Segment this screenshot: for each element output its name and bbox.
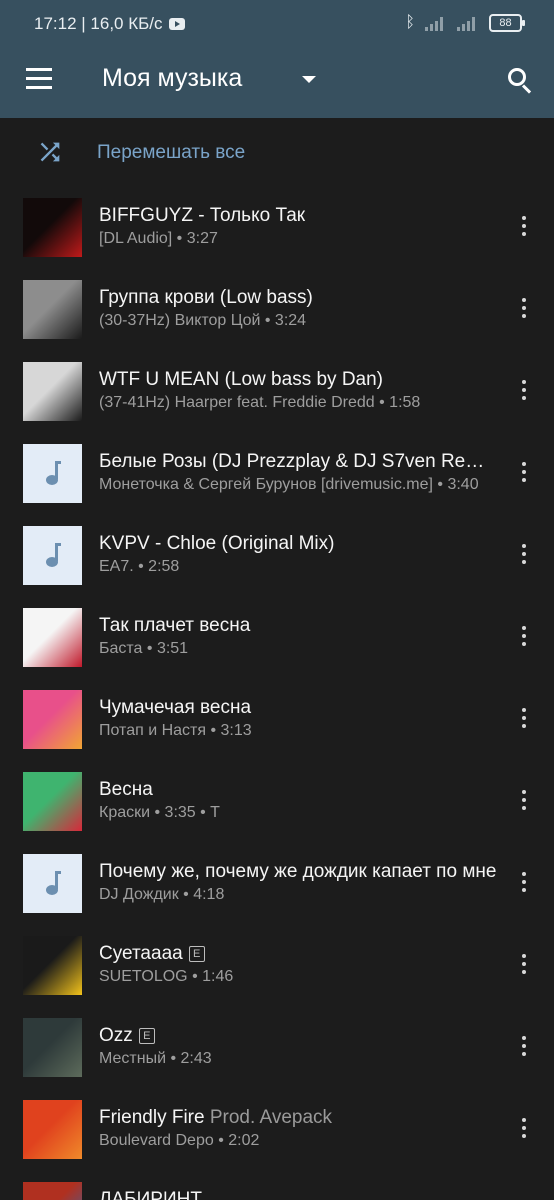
track-subtitle: DJ Дождик • 4:18 <box>99 886 225 903</box>
track-title: BIFFGUYZ - Только Так <box>99 205 499 227</box>
track-title: ЛАБИРИНТ <box>99 1189 499 1200</box>
explicit-badge: E <box>138 1028 155 1044</box>
track-title: Ozz E <box>99 1025 499 1047</box>
track-title: Так плачет весна <box>99 615 499 637</box>
track-title: Чумачечая весна <box>99 697 499 719</box>
track-title: KVPV - Chloe (Original Mix) <box>99 533 499 555</box>
track-title-text: ЛАБИРИНТ <box>99 1189 202 1200</box>
album-art <box>23 280 82 339</box>
track-row[interactable]: Ozz E Местный • 2:43 <box>0 1008 554 1090</box>
more-options-icon[interactable] <box>514 298 534 322</box>
track-title-text: BIFFGUYZ - Только Так <box>99 205 306 226</box>
track-title: Суетаааа E <box>99 943 499 965</box>
track-subtitle: Краски • 3:35 • Т <box>99 804 220 821</box>
track-subtitle: SUETOLOG • 1:46 <box>99 968 234 985</box>
track-subtitle: Boulevard Depo • 2:02 <box>99 1132 260 1149</box>
album-art <box>23 936 82 995</box>
track-row[interactable]: Чумачечая весна Потап и Настя • 3:13 <box>0 680 554 762</box>
track-title-text: Так плачет весна <box>99 615 251 636</box>
album-art <box>23 362 82 421</box>
track-row[interactable]: ЛАБИРИНТ <box>0 1172 554 1200</box>
track-title-text: Группа крови (Low bass) <box>99 287 313 308</box>
track-row[interactable]: KVPV - Chloe (Original Mix) EA7. • 2:58 <box>0 516 554 598</box>
music-note-icon <box>23 526 82 585</box>
battery-icon: 88 <box>489 14 525 32</box>
music-note-icon <box>23 854 82 913</box>
status-bar: 17:12 | 16,0 КБ/с ᛒ 88 <box>0 0 554 48</box>
more-options-icon[interactable] <box>514 544 534 568</box>
track-title-text: Ozz <box>99 1025 133 1046</box>
youtube-notification-icon <box>169 18 186 30</box>
track-title: Группа крови (Low bass) <box>99 287 499 309</box>
track-title: Friendly Fire Prod. Avepack <box>99 1107 499 1129</box>
more-options-icon[interactable] <box>514 626 534 650</box>
track-subtitle: (37-41Hz) Haarper feat. Freddie Dredd • … <box>99 394 421 411</box>
track-title-text: Суетаааа <box>99 943 183 964</box>
track-row[interactable]: Суетаааа E SUETOLOG • 1:46 <box>0 926 554 1008</box>
track-title-extra: Prod. Avepack <box>209 1107 333 1128</box>
album-art <box>23 1100 82 1159</box>
track-title-text: Весна <box>99 779 153 800</box>
more-options-icon[interactable] <box>514 380 534 404</box>
track-subtitle: [DL Audio] • 3:27 <box>99 230 218 247</box>
track-subtitle: Потап и Настя • 3:13 <box>99 722 252 739</box>
track-row[interactable]: Весна Краски • 3:35 • Т <box>0 762 554 844</box>
track-row[interactable]: Почему же, почему же дождик капает по мн… <box>0 844 554 926</box>
track-title: Почему же, почему же дождик капает по мн… <box>99 861 499 883</box>
album-art <box>23 608 82 667</box>
more-options-icon[interactable] <box>514 708 534 732</box>
track-row[interactable]: WTF U MEAN (Low bass by Dan) (37-41Hz) Ha… <box>0 352 554 434</box>
track-title-text: KVPV - Chloe (Original Mix) <box>99 533 335 554</box>
clock: 17:12 <box>34 14 77 33</box>
album-art <box>23 690 82 749</box>
explicit-badge: E <box>188 946 205 962</box>
page-title[interactable]: Моя музыка <box>102 64 242 93</box>
track-subtitle: Местный • 2:43 <box>99 1050 212 1067</box>
track-row[interactable]: Friendly Fire Prod. Avepack Boulevard Dep… <box>0 1090 554 1172</box>
signal-icon-2 <box>457 15 479 31</box>
network-speed: 16,0 КБ/с <box>90 14 163 33</box>
status-icons: ᛒ 88 <box>405 14 525 32</box>
track-title-text: Чумачечая весна <box>99 697 252 718</box>
search-icon[interactable] <box>506 66 534 94</box>
bluetooth-icon: ᛒ <box>405 14 415 31</box>
album-art <box>23 1018 82 1077</box>
more-options-icon[interactable] <box>514 790 534 814</box>
track-row[interactable]: Группа крови (Low bass) (30-37Hz) Виктор … <box>0 270 554 352</box>
shuffle-all-button[interactable]: Перемешать все <box>0 118 554 188</box>
more-options-icon[interactable] <box>514 872 534 896</box>
track-title-text: WTF U MEAN (Low bass by Dan) <box>99 369 383 390</box>
track-subtitle: Монеточка & Сергей Бурунов [drivemusic.m… <box>99 476 479 493</box>
chevron-down-icon[interactable] <box>302 76 316 83</box>
track-subtitle: EA7. • 2:58 <box>99 558 180 575</box>
track-row[interactable]: BIFFGUYZ - Только Так [DL Audio] • 3:27 <box>0 188 554 270</box>
more-options-icon[interactable] <box>514 1036 534 1060</box>
track-title-text: Белые Розы (DJ Prezzplay & DJ S7ven Remi… <box>99 451 499 472</box>
album-art <box>23 772 82 831</box>
album-art <box>23 198 82 257</box>
track-title: Белые Розы (DJ Prezzplay & DJ S7ven Remi… <box>99 451 499 473</box>
shuffle-label: Перемешать все <box>97 142 246 163</box>
menu-icon[interactable] <box>26 68 54 90</box>
track-title: Весна <box>99 779 499 801</box>
signal-icon <box>425 15 447 31</box>
music-note-icon <box>23 444 82 503</box>
more-options-icon[interactable] <box>514 954 534 978</box>
status-time: 17:12 | 16,0 КБ/с <box>34 14 186 34</box>
track-subtitle: Баста • 3:51 <box>99 640 189 657</box>
track-subtitle: (30-37Hz) Виктор Цой • 3:24 <box>99 312 307 329</box>
album-art <box>23 1182 82 1200</box>
more-options-icon[interactable] <box>514 462 534 486</box>
track-row[interactable]: Белые Розы (DJ Prezzplay & DJ S7ven Remi… <box>0 434 554 516</box>
app-bar: Моя музыка <box>0 48 554 118</box>
more-options-icon[interactable] <box>514 216 534 240</box>
track-row[interactable]: Так плачет весна Баста • 3:51 <box>0 598 554 680</box>
shuffle-icon <box>40 142 60 162</box>
track-title-text: Почему же, почему же дождик капает по мн… <box>99 861 497 882</box>
track-title: WTF U MEAN (Low bass by Dan) <box>99 369 499 391</box>
track-title-text: Friendly Fire <box>99 1107 205 1128</box>
more-options-icon[interactable] <box>514 1118 534 1142</box>
